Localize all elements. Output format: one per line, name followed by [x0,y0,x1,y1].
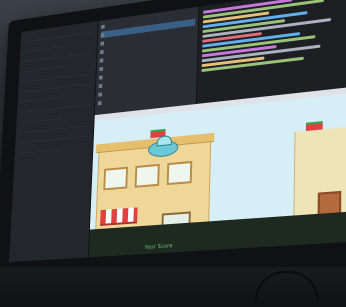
gameobject-icon [99,57,104,63]
flag-sprite [305,121,323,132]
gameobject-icon [97,100,102,105]
monitor-screen: Your Score [8,0,346,263]
building-window [103,166,129,191]
gameobject-icon [100,41,105,46]
gameobject-icon [98,83,103,88]
photo-scene: Your Score [0,0,346,307]
gameobject-icon [101,24,105,29]
monitor: Your Score [0,0,346,302]
gameobject-icon [100,32,105,37]
inspector-panel [8,20,99,263]
gameobject-icon [99,66,104,71]
desk [0,267,346,307]
gameobject-icon [98,92,102,97]
awning [100,207,138,226]
building-window [166,160,193,186]
building-window [134,163,160,188]
cable [255,271,319,303]
code-editor[interactable] [196,0,346,104]
game-view[interactable]: Your Score [88,86,346,258]
hierarchy-panel [94,6,200,116]
inspector-row [18,142,61,155]
gameobject-icon [100,49,104,54]
gameobject-icon [98,74,103,80]
